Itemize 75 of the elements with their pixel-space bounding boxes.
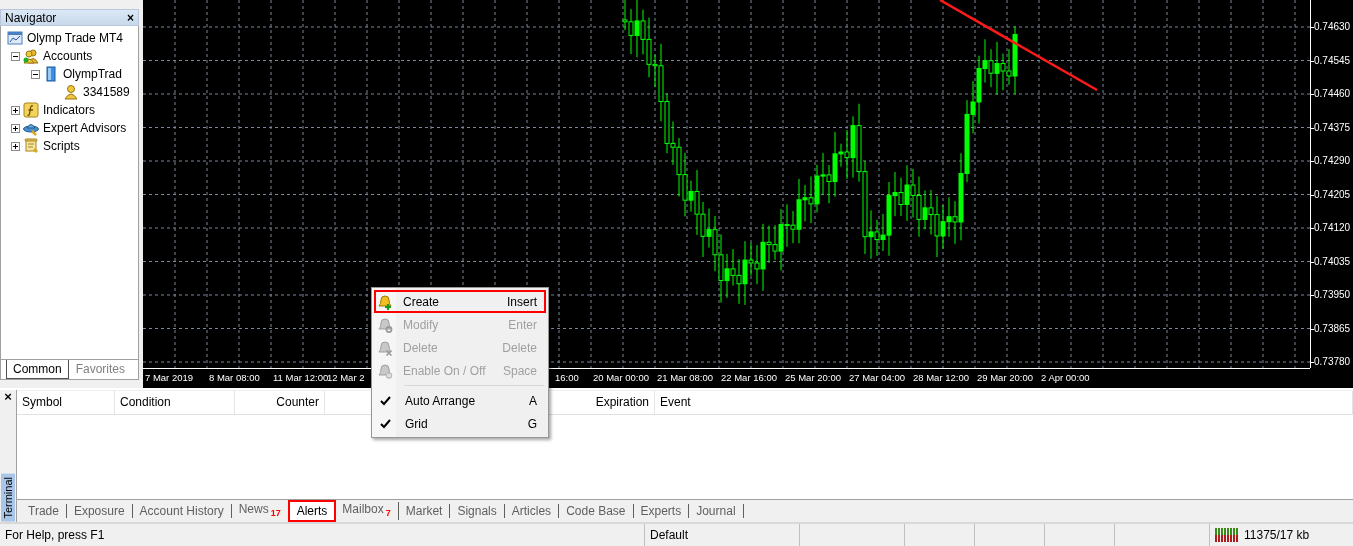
price-label: 0.74545 xyxy=(1314,54,1351,66)
expand-toggle[interactable] xyxy=(31,69,40,79)
terminal-tab[interactable]: Journal xyxy=(689,504,744,518)
time-label: 7 Mar 2019 xyxy=(145,372,194,383)
panel-tab[interactable]: Common xyxy=(6,360,69,379)
users-icon xyxy=(23,48,39,64)
price-label: 0.74630 xyxy=(1314,21,1351,32)
close-button[interactable]: × xyxy=(4,390,12,403)
time-label: 16:00 xyxy=(555,372,579,383)
menu-item[interactable]: Auto Arrange A xyxy=(374,389,546,412)
bell-plus-icon xyxy=(377,293,393,310)
price-label: 0.73950 xyxy=(1314,289,1351,300)
terminal-tab[interactable]: Articles xyxy=(504,504,560,518)
bell-pause-icon xyxy=(377,362,393,379)
price-label: 0.73865 xyxy=(1314,322,1351,334)
menu-item[interactable]: Grid G xyxy=(374,412,546,435)
price-label: 0.74290 xyxy=(1314,155,1351,166)
profile-name: Default xyxy=(645,524,800,546)
expand-toggle[interactable] xyxy=(11,123,20,133)
user-icon xyxy=(63,84,79,100)
expand-toggle[interactable] xyxy=(11,141,20,151)
tree-item[interactable]: Olymp Trade MT4 xyxy=(27,31,124,45)
terminal-tab[interactable]: Mailbox $_{7}$ xyxy=(335,501,399,521)
column-header[interactable]: Event xyxy=(655,391,1353,414)
price-label: 0.74035 xyxy=(1314,255,1351,267)
price-label: 0.74375 xyxy=(1314,121,1351,133)
close-button[interactable]: × xyxy=(127,11,134,24)
scroll-icon xyxy=(23,138,39,154)
time-label: 25 Mar 20:00 xyxy=(785,372,841,383)
time-label: 27 Mar 04:00 xyxy=(849,372,905,383)
time-label: 21 Mar 08:00 xyxy=(657,372,713,383)
time-label: 12 Mar 2 xyxy=(327,372,365,383)
trend-line[interactable] xyxy=(939,0,1098,92)
time-label: 11 Mar 12:00 xyxy=(273,372,329,383)
terminal-label: Terminal xyxy=(1,474,15,522)
time-label: 29 Mar 20:00 xyxy=(977,372,1033,383)
tree-item[interactable]: Accounts xyxy=(43,49,93,63)
tree-item[interactable]: Expert Advisors xyxy=(43,121,127,135)
time-label: 2 Apr 00:00 xyxy=(1041,372,1090,383)
terminal-tab[interactable]: Signals xyxy=(450,504,505,518)
bell-gear-icon xyxy=(377,316,393,333)
panel-tab[interactable]: Favorites xyxy=(68,360,133,379)
tree-item[interactable]: OlympTrad xyxy=(63,67,122,81)
terminal-tab[interactable]: Code Base xyxy=(559,504,634,518)
tree-item[interactable]: Scripts xyxy=(43,139,80,153)
terminal-tab[interactable]: Experts xyxy=(633,504,690,518)
price-label: 0.74205 xyxy=(1314,188,1351,200)
traffic-counter: 11375/17 kb xyxy=(1244,528,1310,542)
tree-item[interactable]: 3341589 xyxy=(83,85,130,99)
time-label: 8 Mar 08:00 xyxy=(209,372,260,383)
time-label: 22 Mar 16:00 xyxy=(721,372,777,383)
price-label: 0.73780 xyxy=(1314,356,1351,367)
terminal-tab[interactable]: Trade xyxy=(21,504,67,518)
connection-bars-icon xyxy=(1215,528,1239,542)
bell-cross-icon xyxy=(377,339,393,356)
price-label: 0.74120 xyxy=(1314,222,1351,233)
price-label: 0.74460 xyxy=(1314,88,1351,99)
time-label: 20 Mar 00:00 xyxy=(593,372,649,383)
status-text: For Help, press F1 xyxy=(0,524,645,546)
terminal-tab[interactable]: Exposure xyxy=(66,504,133,518)
function-icon xyxy=(23,102,39,118)
expand-toggle[interactable] xyxy=(11,105,20,115)
terminal-tab[interactable]: Market xyxy=(398,504,451,518)
chart-window-icon xyxy=(7,30,23,46)
column-header[interactable]: Condition xyxy=(115,391,235,414)
column-header[interactable]: Symbol xyxy=(17,391,115,414)
column-header[interactable]: Counter xyxy=(235,391,325,414)
expand-toggle[interactable] xyxy=(11,51,20,61)
tree-item[interactable]: Indicators xyxy=(43,103,96,117)
terminal-tab[interactable]: Alerts xyxy=(288,501,336,521)
time-label: 28 Mar 12:00 xyxy=(913,372,969,383)
server-icon xyxy=(43,66,59,82)
menu-item[interactable]: Create Insert xyxy=(374,290,546,313)
panel-title: Navigator xyxy=(5,10,57,25)
terminal-tab[interactable]: Account History xyxy=(132,504,232,518)
